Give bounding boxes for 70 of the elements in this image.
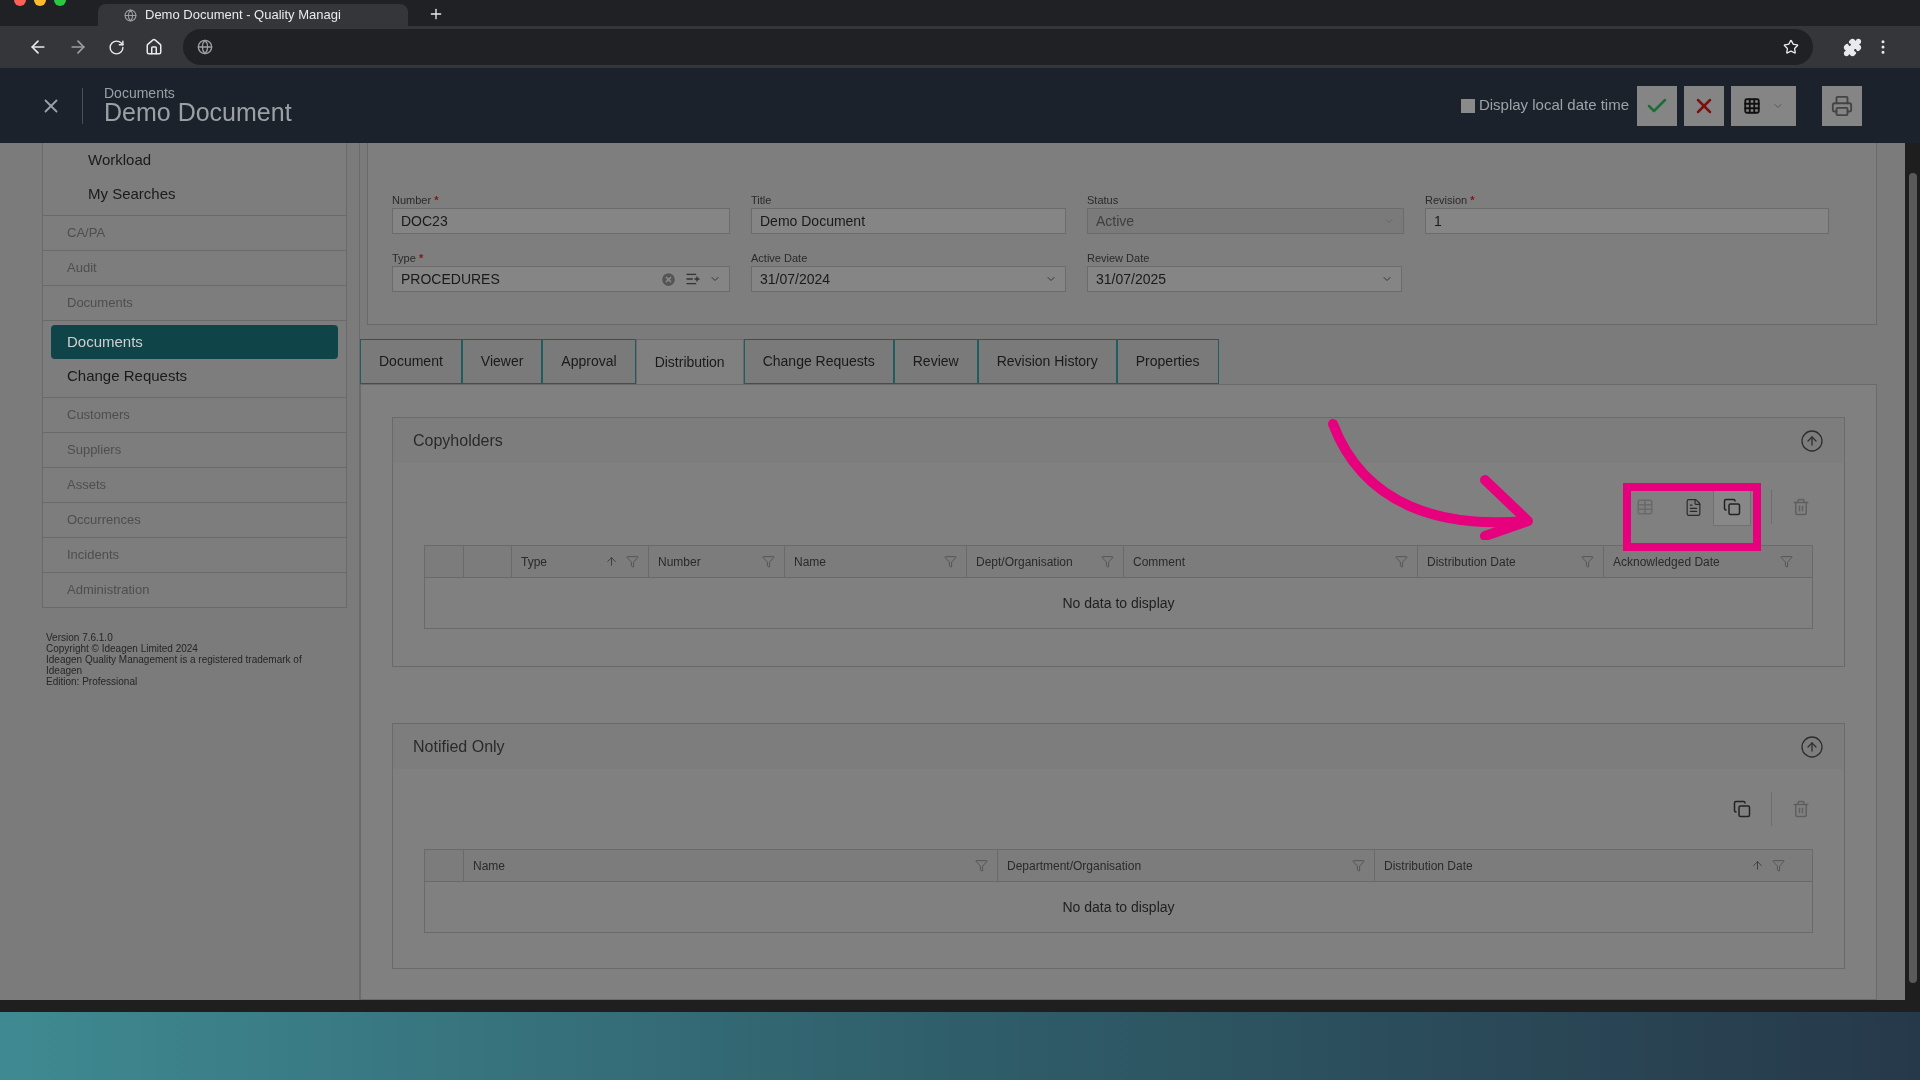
browser-tab[interactable]: Demo Document - Quality Managi	[98, 4, 408, 26]
footer-text: Ideagen Quality Management is a registered trademark of Ideagen	[46, 654, 303, 676]
sort-arrow-icon[interactable]	[1751, 859, 1764, 872]
column-header[interactable]: Acknowledged Date	[1604, 546, 1802, 577]
sidebar-item[interactable]: Change Requests	[51, 359, 338, 393]
field-label: Revision *	[1425, 194, 1476, 207]
grid-icon	[1743, 96, 1761, 115]
cancel-button[interactable]	[1684, 85, 1724, 126]
field-label: Status	[1087, 194, 1120, 207]
empty-message: No data to display	[1062, 897, 1175, 917]
tab[interactable]: Change Requests	[743, 339, 894, 384]
dropdown-field[interactable]: 31/07/2025	[1087, 266, 1402, 292]
tab[interactable]: Viewer	[461, 339, 543, 384]
text-field[interactable]: 1	[1425, 208, 1829, 234]
tab[interactable]: Revision History	[977, 339, 1117, 384]
tab[interactable]: Approval	[542, 339, 636, 384]
column-header[interactable]: Type	[512, 546, 649, 577]
column-header[interactable]: Number	[649, 546, 785, 577]
sidebar-item[interactable]: My Searches	[43, 177, 346, 211]
footer-text: Edition: Professional	[46, 676, 139, 687]
new-tab-icon[interactable]	[428, 6, 444, 22]
document-icon[interactable]	[1684, 497, 1703, 517]
panel-title: Notified Only	[413, 736, 506, 757]
extensions-icon[interactable]	[1843, 37, 1862, 57]
column-header[interactable]: Department/Organisation	[998, 850, 1375, 881]
dropdown-field[interactable]: 31/07/2024	[751, 266, 1066, 292]
field-label: Title	[751, 194, 773, 207]
print-icon	[1831, 94, 1853, 117]
field-label: Number *	[392, 194, 440, 207]
grid-menu-button[interactable]	[1731, 85, 1796, 126]
footer-text: Version 7.6.1.0	[46, 632, 114, 643]
footer-text: Copyright © Ideagen Limited 2024	[46, 643, 199, 654]
list-icon[interactable]	[685, 271, 701, 287]
sort-arrow-icon[interactable]	[605, 555, 618, 568]
save-button[interactable]	[1637, 85, 1677, 126]
column-header[interactable]: Name	[464, 850, 998, 881]
field-label: Review Date	[1087, 252, 1151, 265]
copy-icon[interactable]	[1733, 800, 1751, 818]
type-select-field[interactable]: PROCEDURES	[392, 266, 730, 292]
print-button[interactable]	[1822, 85, 1862, 126]
panel-title: Copyholders	[413, 430, 504, 451]
tab[interactable]: Document	[360, 339, 462, 384]
empty-message: No data to display	[1062, 593, 1175, 613]
tab[interactable]: Review	[893, 339, 978, 384]
sidebar-item[interactable]: Documents	[51, 325, 338, 359]
breadcrumb[interactable]: Documents	[104, 86, 292, 100]
text-field[interactable]: Demo Document	[751, 208, 1066, 234]
field-label: Active Date	[751, 252, 809, 265]
column-header[interactable]: Name	[785, 546, 967, 577]
scrollbar[interactable]	[1905, 143, 1920, 1000]
field-label: Type *	[392, 252, 425, 265]
column-header[interactable]: Distribution Date	[1418, 546, 1604, 577]
column-header[interactable]: Distribution Date	[1375, 850, 1794, 881]
collapse-icon[interactable]	[1800, 428, 1824, 453]
bookmark-star-icon[interactable]	[1783, 39, 1799, 55]
tab[interactable]: Properties	[1116, 339, 1219, 384]
column-header[interactable]: Comment	[1124, 546, 1418, 577]
home-icon[interactable]	[145, 38, 163, 56]
reload-icon[interactable]	[108, 38, 125, 56]
copy-icon	[1723, 498, 1741, 516]
collapse-icon[interactable]	[1800, 734, 1824, 759]
column-header[interactable]: Dept/Organisation	[967, 546, 1124, 577]
local-date-checkbox[interactable]: Display local date time	[1460, 94, 1629, 117]
text-field[interactable]: DOC23	[392, 208, 730, 234]
sidebar-item[interactable]: Workload	[43, 143, 346, 177]
globe-icon	[124, 8, 137, 22]
document-title: Demo Document	[104, 100, 292, 125]
clear-icon[interactable]	[660, 270, 677, 288]
tab[interactable]: Distribution	[635, 339, 744, 384]
globe-icon	[197, 39, 213, 55]
